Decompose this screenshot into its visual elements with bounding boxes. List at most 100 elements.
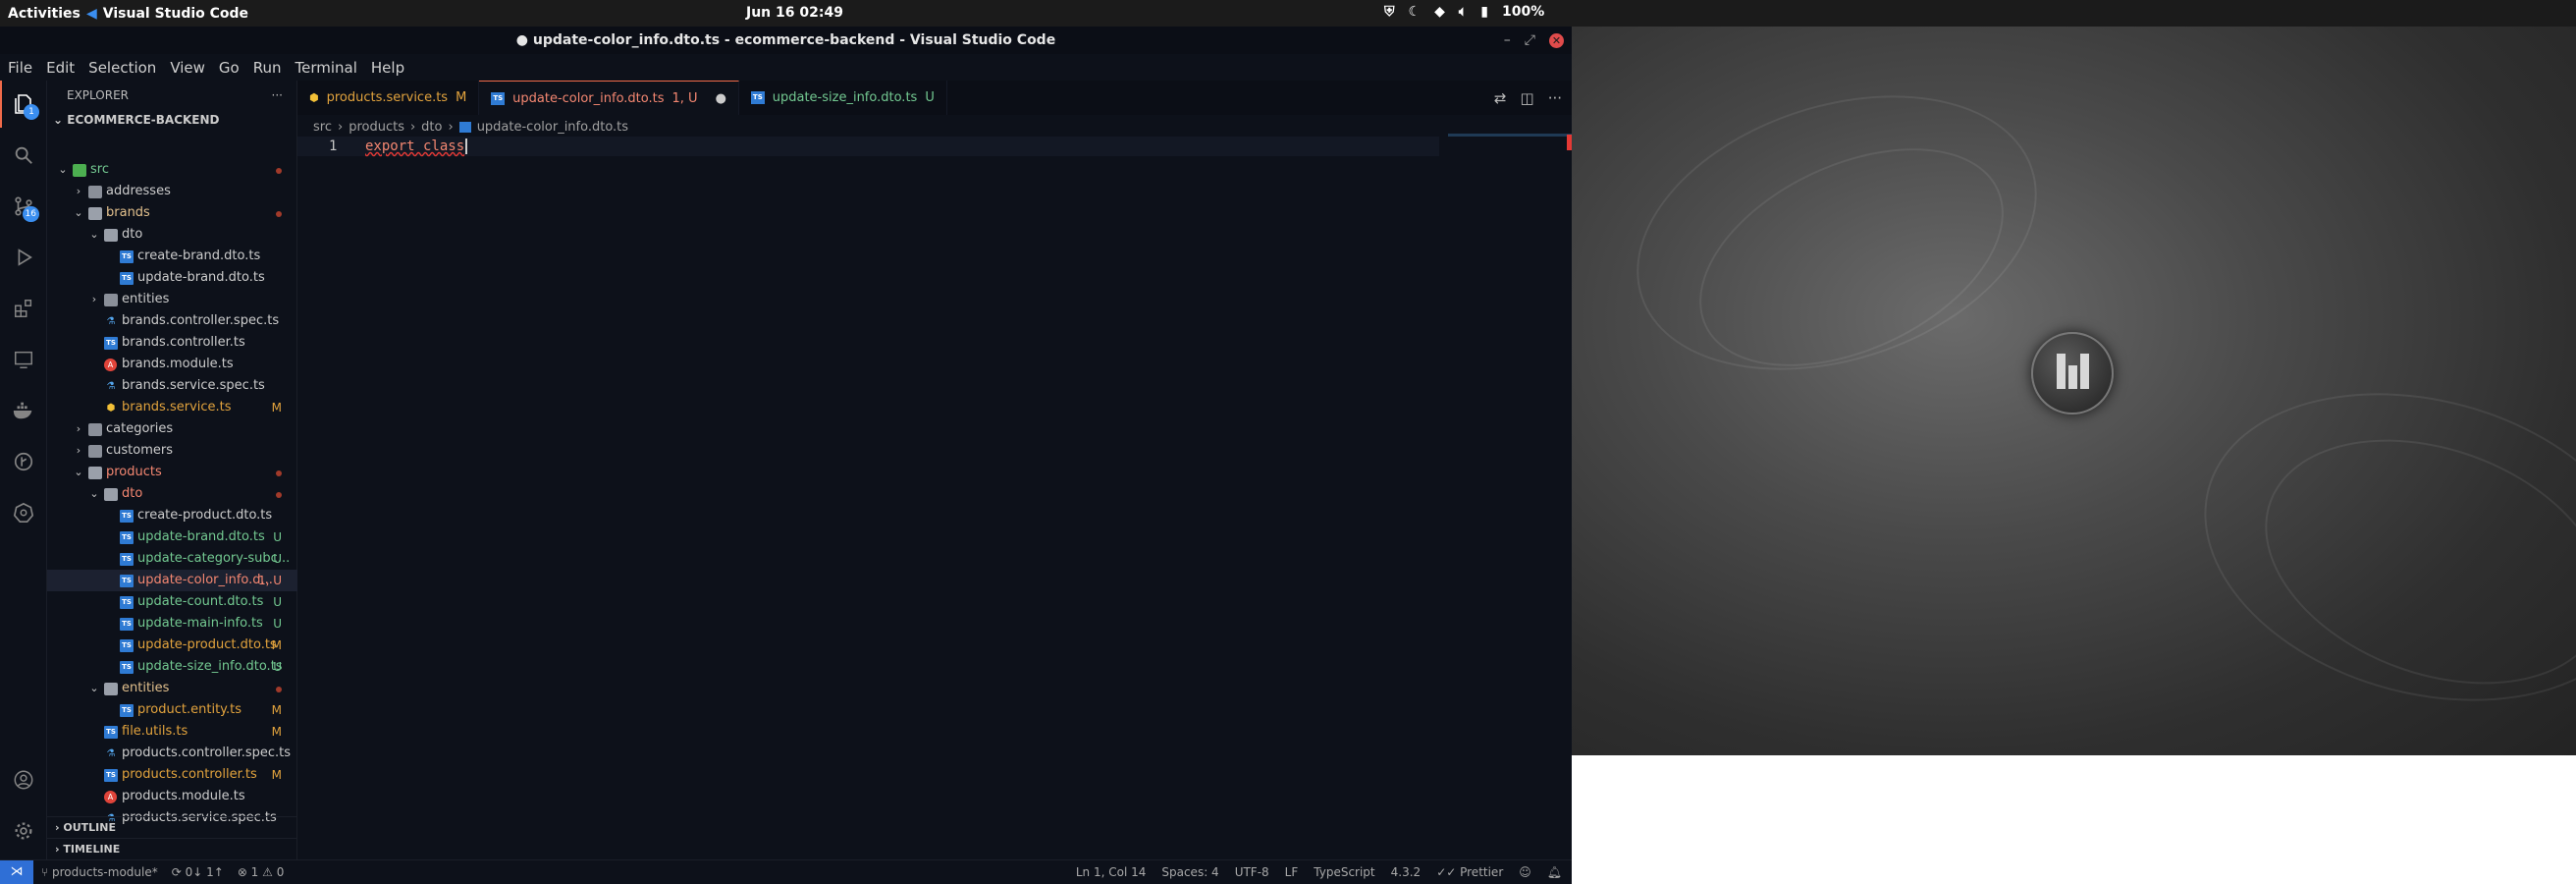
code-line[interactable]: export class — [365, 137, 468, 156]
breadcrumb-item[interactable]: src — [313, 120, 332, 135]
run-debug-icon[interactable] — [0, 234, 47, 281]
remote-explorer-icon[interactable] — [0, 336, 47, 383]
tree-row[interactable]: TS update-size_info.dto.ts U — [47, 656, 297, 678]
unsaved-dot-icon[interactable]: ● — [716, 82, 726, 116]
tree-row[interactable]: ⌄ entities — [47, 678, 297, 699]
timeline-section[interactable]: › TIMELINE — [47, 838, 297, 859]
editor-tab[interactable]: TS update-size_info.dto.ts U — [739, 81, 947, 115]
more-actions-icon[interactable]: ··· — [272, 81, 283, 110]
git-branch[interactable]: ⑂ products-module* — [41, 865, 158, 879]
minimap[interactable] — [1448, 134, 1572, 137]
tree-row[interactable]: › customers — [47, 440, 297, 462]
tree-row[interactable]: ⌄ dto — [47, 224, 297, 246]
gitlens-icon[interactable] — [0, 438, 47, 485]
explorer-sidebar: EXPLORER ··· ⌄ ECOMMERCE-BACKEND ⌄ src › ad… — [47, 81, 297, 859]
language-mode[interactable]: TypeScript — [1314, 865, 1374, 879]
source-control-icon[interactable]: 16 — [0, 183, 47, 230]
git-change-dot — [276, 462, 282, 483]
tree-row[interactable]: › categories — [47, 418, 297, 440]
split-editor-icon[interactable]: ◫ — [1521, 89, 1534, 107]
night-light-icon: ☾ — [1408, 4, 1422, 20]
tree-row[interactable]: ⚗ products.controller.spec.ts — [47, 743, 297, 764]
extensions-icon[interactable] — [0, 285, 47, 332]
tree-row[interactable]: ⚗ brands.controller.spec.ts — [47, 310, 297, 332]
battery-percent: 100% — [1501, 4, 1545, 20]
app-menu[interactable]: ◀ Visual Studio Code — [86, 6, 248, 22]
tree-row[interactable]: Aproducts.module.ts — [47, 786, 297, 807]
tree-row[interactable]: ⌄ src — [47, 159, 297, 181]
menu-file[interactable]: File — [0, 59, 39, 77]
typescript-version[interactable]: 4.3.2 — [1391, 865, 1422, 879]
problems-indicator[interactable]: ⊗ 1 ⚠ 0 — [238, 865, 285, 879]
outline-section[interactable]: › OUTLINE — [47, 816, 297, 838]
system-tray[interactable]: ⛨ ☾ ◆ 🔈︎ ▮ 100% — [1384, 4, 1544, 20]
maximize-button[interactable]: ⤢ — [1525, 27, 1535, 54]
menu-help[interactable]: Help — [364, 59, 411, 77]
tree-item-label: brands.service.ts — [122, 400, 232, 414]
tree-row[interactable]: TS product.entity.ts M — [47, 699, 297, 721]
ts-file-icon: TS — [750, 91, 765, 104]
menu-edit[interactable]: Edit — [39, 59, 81, 77]
menu-go[interactable]: Go — [212, 59, 246, 77]
tree-row[interactable]: TS file.utils.ts M — [47, 721, 297, 743]
close-button[interactable]: ✕ — [1549, 32, 1564, 48]
git-sync[interactable]: ⟳ 0↓ 1↑ — [172, 865, 224, 879]
tree-row[interactable]: ⌄ dto — [47, 483, 297, 505]
more-actions-icon[interactable]: ··· — [1548, 89, 1562, 107]
kubernetes-icon[interactable] — [0, 489, 47, 536]
window-titlebar[interactable]: ● update-color_info.dto.ts - ecommerce-b… — [0, 27, 1572, 54]
menu-selection[interactable]: Selection — [81, 59, 163, 77]
indentation[interactable]: Spaces: 4 — [1161, 865, 1218, 879]
breadcrumb-item[interactable]: update-color_info.dto.ts — [477, 120, 628, 135]
notifications-bell-icon[interactable]: 🔔︎ — [1547, 865, 1562, 879]
tree-item-label: dto — [122, 227, 143, 242]
menu-view[interactable]: View — [163, 59, 212, 77]
search-icon[interactable] — [0, 132, 47, 179]
clock[interactable]: Jun 16 02:49 — [746, 5, 843, 21]
tree-row[interactable]: TS update-category-subc... U — [47, 548, 297, 570]
tree-row[interactable]: › addresses — [47, 181, 297, 202]
menu-run[interactable]: Run — [246, 59, 289, 77]
minimize-button[interactable]: – — [1504, 27, 1511, 54]
open-changes-icon[interactable]: ⇄ — [1494, 89, 1507, 107]
tree-row[interactable]: TS products.controller.ts M — [47, 764, 297, 786]
tree-row[interactable]: ⚗ brands.service.spec.ts — [47, 375, 297, 397]
remote-indicator-icon[interactable]: ⋊ — [0, 860, 33, 884]
cursor-position[interactable]: Ln 1, Col 14 — [1076, 865, 1147, 879]
prettier-status[interactable]: ✓✓ Prettier — [1436, 865, 1503, 879]
tree-row[interactable]: TS create-product.dto.ts — [47, 505, 297, 526]
breadcrumb-item[interactable]: dto — [421, 120, 442, 135]
tree-row[interactable]: TS update-color_info.d... 1, U — [47, 570, 297, 591]
workspace-root[interactable]: ⌄ ECOMMERCE-BACKEND — [47, 110, 296, 130]
encoding[interactable]: UTF-8 — [1235, 865, 1269, 879]
tree-row[interactable]: TS update-brand.dto.ts U — [47, 526, 297, 548]
end-of-line[interactable]: LF — [1285, 865, 1299, 879]
tree-row[interactable]: TS update-brand.dto.ts — [47, 267, 297, 289]
chevron-down-icon: ⌄ — [74, 466, 83, 478]
breadcrumb-item[interactable]: products — [349, 120, 404, 135]
tree-row[interactable]: › entities — [47, 289, 297, 310]
tree-row[interactable]: Abrands.module.ts — [47, 354, 297, 375]
docker-icon[interactable] — [0, 387, 47, 434]
tree-row[interactable]: TS update-main-info.ts U — [47, 613, 297, 635]
editor-tab[interactable]: ⬢ products.service.ts M — [297, 81, 480, 115]
activities-button[interactable]: Activities — [0, 6, 86, 22]
account-icon[interactable] — [0, 756, 47, 803]
editor-tab[interactable]: TS update-color_info.dto.ts 1, U ● — [479, 81, 739, 115]
ts-file-icon: TS — [120, 553, 134, 566]
battery-icon: ▮ — [1480, 4, 1488, 20]
settings-gear-icon[interactable] — [0, 807, 47, 855]
tree-row[interactable]: TS brands.controller.ts — [47, 332, 297, 354]
scm-badge: 16 — [22, 206, 39, 222]
tree-row[interactable]: TS update-count.dto.ts U — [47, 591, 297, 613]
explorer-icon[interactable]: 1 — [0, 81, 47, 128]
tree-row[interactable]: ⬢ brands.service.ts M — [47, 397, 297, 418]
tree-row[interactable]: ⌄ brands — [47, 202, 297, 224]
menu-bar: File Edit Selection View Go Run Terminal… — [0, 54, 1572, 81]
tree-row[interactable]: TS create-brand.dto.ts — [47, 246, 297, 267]
menu-terminal[interactable]: Terminal — [289, 59, 364, 77]
tree-row[interactable]: ⌄ products — [47, 462, 297, 483]
feedback-icon[interactable]: ☺ — [1519, 865, 1531, 879]
tree-row[interactable]: TS update-product.dto.ts M — [47, 635, 297, 656]
chevron-down-icon: ⌄ — [74, 206, 83, 219]
